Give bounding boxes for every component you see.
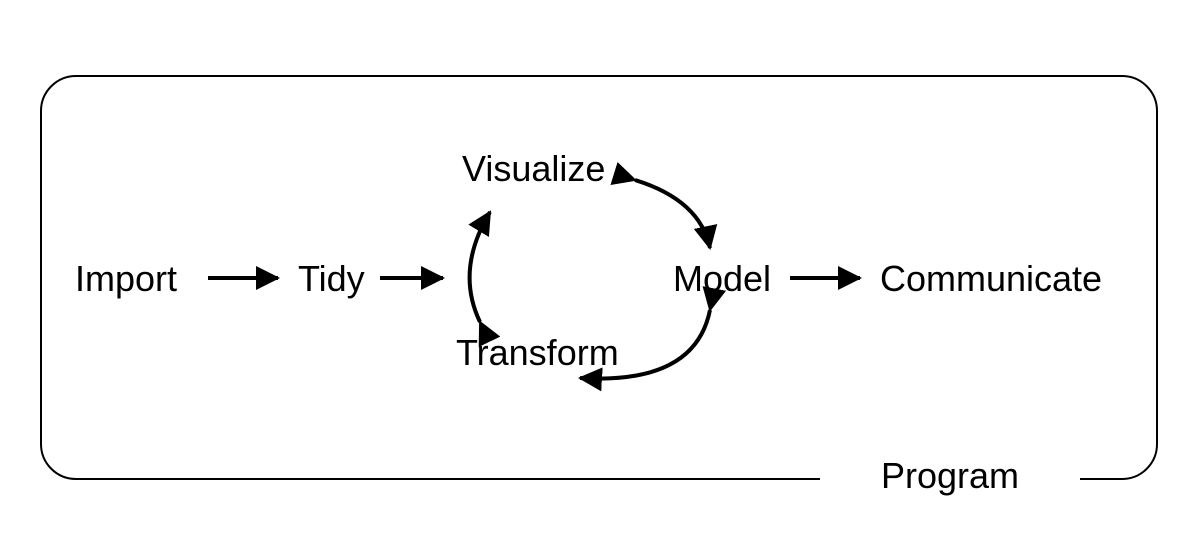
data-science-workflow-diagram: Program Import Tidy Visualize Transform … [0, 0, 1199, 550]
node-import: Import [75, 258, 177, 300]
frame-label: Program [820, 455, 1080, 497]
node-transform: Transform [456, 332, 619, 374]
node-communicate: Communicate [880, 258, 1102, 300]
node-tidy: Tidy [298, 258, 365, 300]
node-visualize: Visualize [462, 148, 605, 190]
node-model: Model [673, 258, 771, 300]
